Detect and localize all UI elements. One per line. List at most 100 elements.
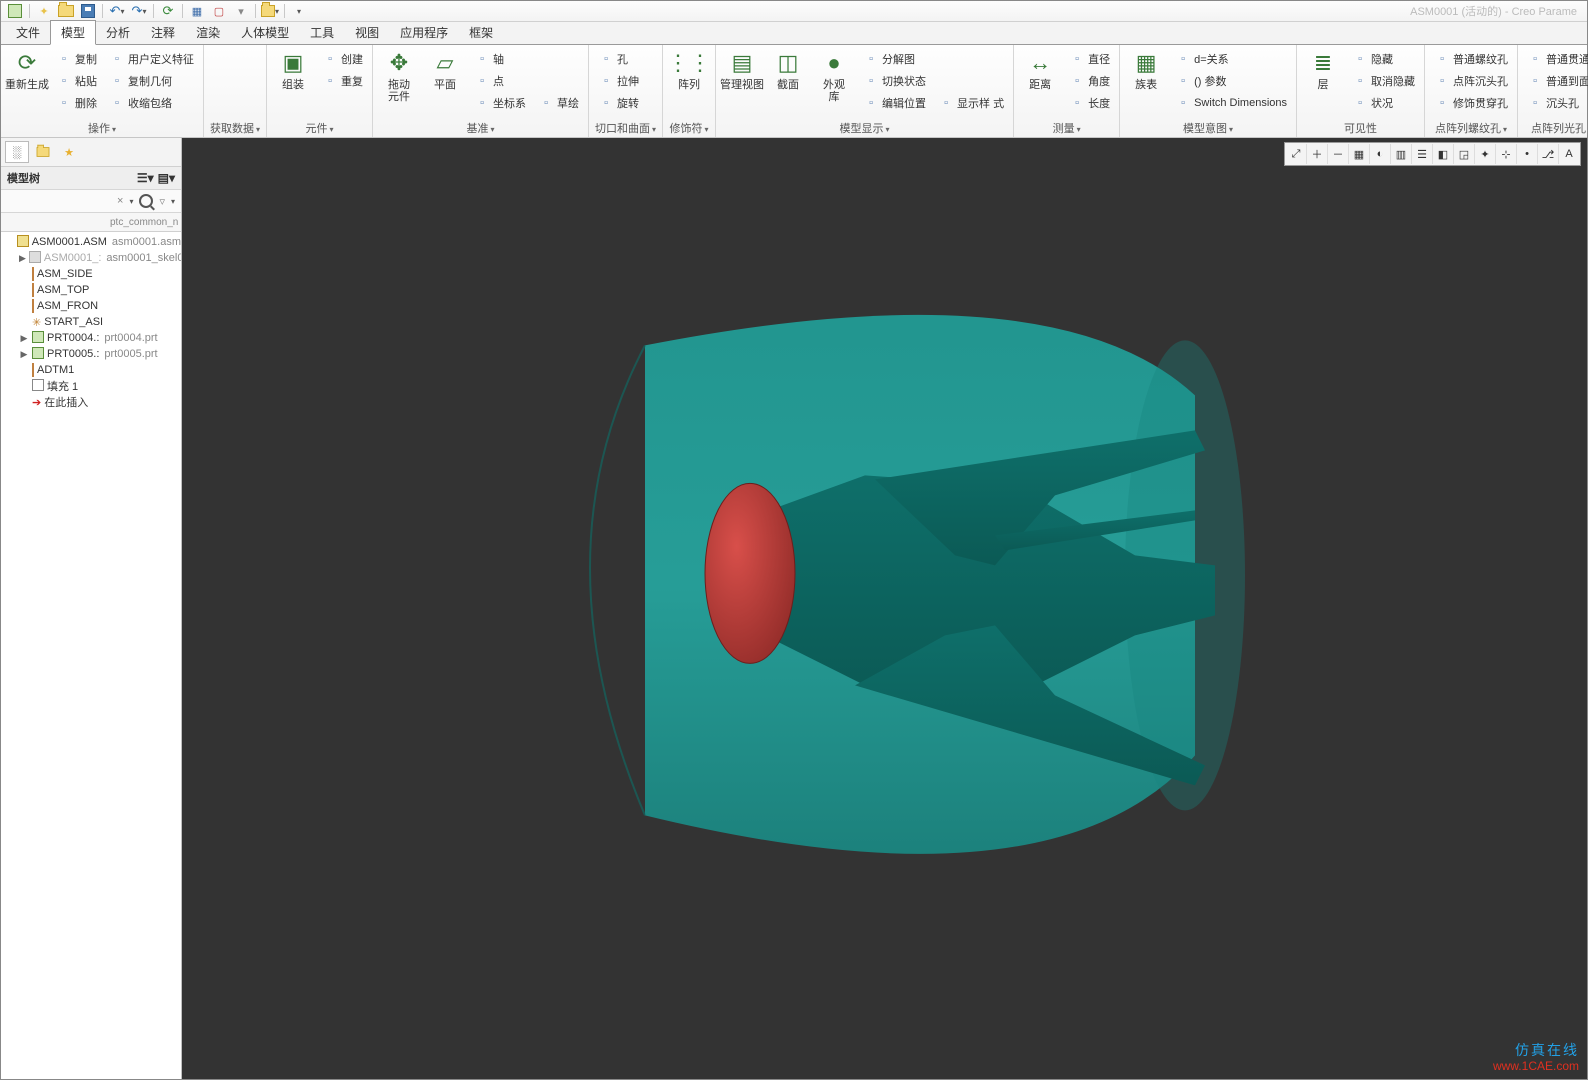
shade-icon[interactable]: ◐ xyxy=(1370,144,1391,164)
menu-tab-3[interactable]: 注释 xyxy=(140,20,186,44)
point-display-icon[interactable]: • xyxy=(1517,144,1538,164)
qat-windows-button[interactable]: ▦ xyxy=(187,2,207,20)
ribbon-bigbtn-0-0[interactable]: ⟳重新生成 xyxy=(7,47,47,91)
tree-node-2[interactable]: ASM_SIDE xyxy=(1,266,181,282)
ribbon-smallbtn-6-0-1[interactable]: ▫切换状态 xyxy=(860,71,929,91)
ribbon-smallbtn-11-0-1[interactable]: ▫普通到面 xyxy=(1524,71,1588,91)
dropdown-icon[interactable]: ▾ xyxy=(129,197,133,206)
viewport-3d[interactable]: ⤢ ＋ － ▦ ◐ ▥ ☰ ◧ ◲ ✦ ⊹ • ⎇ A 仿真在线 www.1CA… xyxy=(182,138,1587,1079)
menu-tab-9[interactable]: 框架 xyxy=(458,20,504,44)
ribbon-bigbtn-6-0[interactable]: ▤管理视图 xyxy=(722,47,762,91)
clear-icon[interactable]: × xyxy=(117,195,123,207)
ribbon-smallbtn-4-0-2[interactable]: ▫旋转 xyxy=(595,93,642,113)
ribbon-smallbtn-6-0-0[interactable]: ▫分解图 xyxy=(860,49,929,69)
csys-display-icon[interactable]: ⎇ xyxy=(1538,144,1559,164)
qat-undo-button[interactable]: ↶▾ xyxy=(107,2,127,20)
ribbon-smallbtn-3-1-2[interactable]: ▫草绘 xyxy=(535,93,582,113)
zoom-out-icon[interactable]: － xyxy=(1328,144,1349,164)
qat-customize-button[interactable]: ▾ xyxy=(289,2,309,20)
tree-node-4[interactable]: ASM_FRON xyxy=(1,298,181,314)
tree-node-6[interactable]: ▶PRT0004.:prt0004.prt xyxy=(1,330,181,346)
menu-tab-5[interactable]: 人体模型 xyxy=(230,20,300,44)
menu-tab-7[interactable]: 视图 xyxy=(344,20,390,44)
datum-display-icon[interactable]: ✦ xyxy=(1475,144,1496,164)
ribbon-bigbtn-5-0[interactable]: ⋮⋮阵列 xyxy=(669,47,709,91)
view-manager-icon[interactable]: ☰ xyxy=(1412,144,1433,164)
ribbon-smallbtn-4-0-0[interactable]: ▫孔 xyxy=(595,49,642,69)
expander-icon[interactable]: ▶ xyxy=(19,253,26,264)
ribbon-smallbtn-10-0-0[interactable]: ▫普通螺纹孔 xyxy=(1431,49,1511,69)
zoom-in-icon[interactable]: ＋ xyxy=(1307,144,1328,164)
tree-show-icon[interactable]: ▤▾ xyxy=(158,171,175,185)
tree-settings-icon[interactable]: ☰▾ xyxy=(137,171,154,185)
ribbon-smallbtn-10-0-1[interactable]: ▫点阵沉头孔 xyxy=(1431,71,1511,91)
tree-node-10[interactable]: ➔在此插入 xyxy=(1,394,181,410)
expander-icon[interactable]: ▶ xyxy=(19,349,29,360)
tree-node-5[interactable]: ✳START_ASI xyxy=(1,314,181,330)
side-tab-fav[interactable]: ★ xyxy=(57,141,81,163)
qat-options-button[interactable]: ▾ xyxy=(231,2,251,20)
ribbon-smallbtn-3-0-0[interactable]: ▫轴 xyxy=(471,49,529,69)
tree-node-0[interactable]: ASM0001.ASMasm0001.asm xyxy=(1,234,181,250)
qat-open-button[interactable] xyxy=(56,2,76,20)
qat-new-button[interactable]: ✦ xyxy=(34,2,54,20)
ribbon-bigbtn-3-1[interactable]: ▱平面 xyxy=(425,47,465,91)
qat-regen-button[interactable]: ⟳ xyxy=(158,2,178,20)
qat-redo-button[interactable]: ↷▾ xyxy=(129,2,149,20)
annotation-display-icon[interactable]: A xyxy=(1559,144,1579,164)
ribbon-smallbtn-6-1-2[interactable]: ▫显示样 式 xyxy=(935,93,1007,113)
ribbon-smallbtn-7-0-1[interactable]: ▫角度 xyxy=(1066,71,1113,91)
ribbon-smallbtn-9-0-2[interactable]: ▫状况 xyxy=(1349,93,1418,113)
menu-tab-2[interactable]: 分析 xyxy=(95,20,141,44)
qat-app-icon[interactable] xyxy=(5,2,25,20)
ribbon-bigbtn-9-0[interactable]: ≣层 xyxy=(1303,47,1343,91)
ribbon-smallbtn-8-0-0[interactable]: ▫d=关系 xyxy=(1172,49,1290,69)
menu-tab-1[interactable]: 模型 xyxy=(50,20,96,45)
menu-tab-4[interactable]: 渲染 xyxy=(185,20,231,44)
ribbon-smallbtn-7-0-2[interactable]: ▫长度 xyxy=(1066,93,1113,113)
ribbon-smallbtn-0-0-2[interactable]: ▫删除 xyxy=(53,93,100,113)
ribbon-smallbtn-0-1-2[interactable]: ▫收缩包络 xyxy=(106,93,197,113)
ribbon-smallbtn-6-0-2[interactable]: ▫编辑位置 xyxy=(860,93,929,113)
ribbon-smallbtn-0-1-1[interactable]: ▫复制几何 xyxy=(106,71,197,91)
ribbon-smallbtn-0-0-1[interactable]: ▫粘贴 xyxy=(53,71,100,91)
ribbon-smallbtn-9-0-1[interactable]: ▫取消隐藏 xyxy=(1349,71,1418,91)
ribbon-bigbtn-8-0[interactable]: ▦族表 xyxy=(1126,47,1166,91)
ribbon-smallbtn-10-0-2[interactable]: ▫修饰贯穿孔 xyxy=(1431,93,1511,113)
qat-folder2-button[interactable]: ▾ xyxy=(260,2,280,20)
side-tab-folder[interactable] xyxy=(31,141,55,163)
repaint-icon[interactable]: ▦ xyxy=(1349,144,1370,164)
tree-node-9[interactable]: 填充 1 xyxy=(1,378,181,394)
ribbon-bigbtn-7-0[interactable]: ↔距离 xyxy=(1020,47,1060,91)
tree-node-3[interactable]: ASM_TOP xyxy=(1,282,181,298)
qat-close-button[interactable]: ▢ xyxy=(209,2,229,20)
search-icon[interactable] xyxy=(139,194,153,208)
saved-views-icon[interactable]: ▥ xyxy=(1391,144,1412,164)
perspective-icon[interactable]: ◲ xyxy=(1454,144,1475,164)
ribbon-smallbtn-3-0-1[interactable]: ▫点 xyxy=(471,71,529,91)
side-tab-tree[interactable]: ░ xyxy=(5,141,29,163)
ribbon-smallbtn-7-0-0[interactable]: ▫直径 xyxy=(1066,49,1113,69)
qat-save-button[interactable] xyxy=(78,2,98,20)
tree-node-8[interactable]: ADTM1 xyxy=(1,362,181,378)
refit-icon[interactable]: ⤢ xyxy=(1286,144,1307,164)
ribbon-bigbtn-2-0[interactable]: ▣组装 xyxy=(273,47,313,91)
menu-tab-6[interactable]: 工具 xyxy=(299,20,345,44)
display-style-icon[interactable]: ◧ xyxy=(1433,144,1454,164)
ribbon-bigbtn-6-1[interactable]: ◫截面 xyxy=(768,47,808,91)
ribbon-smallbtn-0-1-0[interactable]: ▫用户定义特征 xyxy=(106,49,197,69)
ribbon-smallbtn-0-0-0[interactable]: ▫复制 xyxy=(53,49,100,69)
ribbon-smallbtn-11-0-2[interactable]: ▫沉头孔 xyxy=(1524,93,1588,113)
filter-icon[interactable]: ▿ xyxy=(159,195,165,208)
menu-tab-8[interactable]: 应用程序 xyxy=(389,20,459,44)
ribbon-smallbtn-8-0-1[interactable]: ▫() 参数 xyxy=(1172,71,1290,91)
ribbon-smallbtn-8-0-2[interactable]: ▫Switch Dimensions xyxy=(1172,93,1290,113)
options-icon[interactable]: ▾ xyxy=(171,197,175,206)
ribbon-smallbtn-2-0-1[interactable]: ▫重复 xyxy=(319,71,366,91)
expander-icon[interactable]: ▶ xyxy=(19,333,29,344)
axis-display-icon[interactable]: ⊹ xyxy=(1496,144,1517,164)
ribbon-smallbtn-4-0-1[interactable]: ▫拉伸 xyxy=(595,71,642,91)
ribbon-smallbtn-9-0-0[interactable]: ▫隐藏 xyxy=(1349,49,1418,69)
model-tree[interactable]: ASM0001.ASMasm0001.asm▶ASM0001_:asm0001_… xyxy=(1,232,181,1079)
tree-node-7[interactable]: ▶PRT0005.:prt0005.prt xyxy=(1,346,181,362)
